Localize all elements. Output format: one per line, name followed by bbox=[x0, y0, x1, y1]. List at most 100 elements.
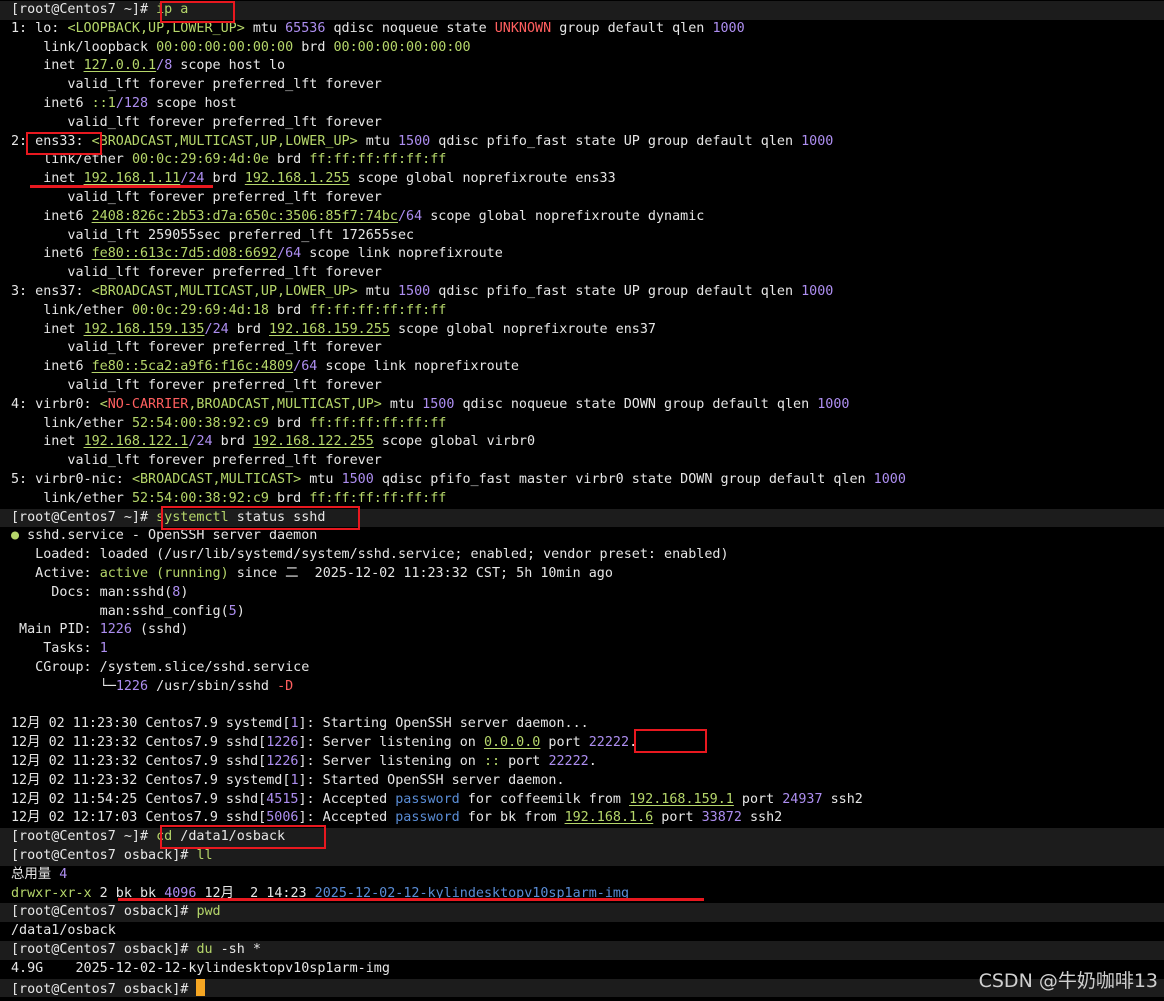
terminal-output-line: inet6 2408:826c:2b53:d7a:650c:3506:85f7:… bbox=[0, 208, 1164, 227]
text-segment: ● bbox=[11, 528, 28, 544]
text-segment: < bbox=[99, 396, 108, 412]
terminal-output-line: link/ether 52:54:00:38:92:c9 brd ff:ff:f… bbox=[0, 415, 1164, 434]
terminal-output-line: valid_lft forever preferred_lft forever bbox=[0, 114, 1164, 133]
text-segment: ip a bbox=[156, 2, 189, 17]
terminal-output-line: 12月 02 11:23:32 Centos7.9 systemd[1]: St… bbox=[0, 772, 1164, 791]
terminal-output-line: link/loopback 00:00:00:00:00:00 brd 00:0… bbox=[0, 39, 1164, 58]
text-segment: 12月 02 12:17:03 Centos7.9 sshd[ bbox=[11, 810, 267, 826]
terminal-output-line: 2: ens33: <BROADCAST,MULTICAST,UP,LOWER_… bbox=[0, 133, 1164, 152]
text-segment: valid_lft forever preferred_lft forever bbox=[11, 77, 382, 93]
text-segment: 24 bbox=[196, 434, 213, 450]
terminal-output-line: inet 192.168.1.11/24 brd 192.168.1.255 s… bbox=[0, 170, 1164, 189]
text-segment: [root@Centos7 ~]# bbox=[11, 829, 157, 845]
text-segment: Tasks: bbox=[11, 641, 100, 657]
text-segment: inet6 bbox=[11, 246, 92, 262]
terminal-output-line: Loaded: loaded (/usr/lib/systemd/system/… bbox=[0, 546, 1164, 565]
terminal-prompt-line: [root@Centos7 ~]# systemctl status sshd bbox=[0, 508, 1164, 528]
text-segment: 192.168.122.1 bbox=[83, 434, 189, 450]
text-segment: qdisc pfifo_fast master virbr0 state DOW… bbox=[373, 472, 874, 487]
text-segment: -sh * bbox=[212, 942, 261, 957]
text-segment: brd bbox=[212, 434, 253, 450]
terminal-output-line: link/ether 00:0c:29:69:4d:18 brd ff:ff:f… bbox=[0, 302, 1164, 321]
text-segment: 192.168.159.1 bbox=[629, 791, 734, 807]
text-segment: password bbox=[395, 810, 460, 826]
text-segment: 0.0.0.0 bbox=[483, 735, 541, 751]
text-segment: 33872 bbox=[701, 810, 742, 826]
text-segment: 192.168.159.255 bbox=[269, 321, 390, 337]
terminal-output-line: man:sshd_config(5) bbox=[0, 603, 1164, 622]
text-segment: scope global noprefixroute ens33 bbox=[349, 171, 616, 187]
text-segment: inet6 bbox=[11, 208, 92, 224]
text-segment: ]: Server listening on bbox=[298, 754, 484, 769]
terminal-output-line: valid_lft forever preferred_lft forever bbox=[0, 189, 1164, 208]
text-segment: ll bbox=[196, 848, 213, 863]
text-segment: [root@Centos7 ~]# bbox=[11, 2, 157, 17]
terminal-output-line: /data1/osback bbox=[0, 922, 1164, 941]
text-segment: fe80::5ca2:a9f6:f16c:4809 bbox=[91, 359, 294, 375]
text-segment: [root@Centos7 osback]# bbox=[11, 848, 197, 863]
terminal-output-line: 3: ens37: <BROADCAST,MULTICAST,UP,LOWER_… bbox=[0, 283, 1164, 302]
text-segment: 1000 bbox=[801, 133, 834, 149]
text-segment: UNKNOWN bbox=[494, 20, 552, 36]
terminal-output-line: 1: lo: <LOOPBACK,UP,LOWER_UP> mtu 65536 … bbox=[0, 20, 1164, 39]
text-segment: . bbox=[629, 735, 638, 751]
terminal-output-line: ● sshd.service - OpenSSH server daemon bbox=[0, 527, 1164, 546]
text-segment: . bbox=[588, 754, 597, 769]
text-segment: / bbox=[156, 58, 165, 74]
text-segment: 24937 bbox=[782, 791, 823, 807]
text-segment: 2025-12-02-12-kylindesktopv10sp1arm-img bbox=[314, 885, 630, 901]
terminal-output-line: valid_lft forever preferred_lft forever bbox=[0, 76, 1164, 95]
text-segment: scope global virbr0 bbox=[373, 434, 536, 450]
text-segment: 192.168.1.11 bbox=[83, 171, 181, 187]
text-segment: ssh2 bbox=[741, 810, 783, 826]
text-segment: 64 bbox=[301, 359, 318, 375]
text-segment: for coffeemilk from bbox=[459, 791, 630, 807]
text-segment: mtu bbox=[301, 472, 342, 487]
text-segment: mtu bbox=[357, 133, 398, 149]
text-segment: 00:0c:29:69:4d:0e bbox=[131, 152, 269, 168]
text-segment: inet bbox=[11, 434, 84, 450]
text-segment: 4096 bbox=[164, 885, 197, 901]
terminal-output-line: valid_lft forever preferred_lft forever bbox=[0, 339, 1164, 358]
text-segment: fe80::613c:7d5:d08:6692 bbox=[91, 246, 278, 262]
text-segment: scope host bbox=[148, 96, 237, 111]
text-segment: ]: Started OpenSSH server daemon. bbox=[298, 772, 565, 788]
terminal-output-line: inet 127.0.0.1/8 scope host lo bbox=[0, 57, 1164, 76]
text-segment: brd bbox=[293, 39, 334, 55]
text-segment: 2: ens33: bbox=[11, 133, 92, 149]
text-segment: 12月 02 11:23:30 Centos7.9 systemd[ bbox=[11, 716, 291, 732]
terminal-prompt-line: [root@Centos7 osback]# pwd bbox=[0, 903, 1164, 923]
terminal-output-line: └─1226 /usr/sbin/sshd -D bbox=[0, 678, 1164, 697]
text-segment: / bbox=[277, 246, 286, 262]
text-segment: link/ether bbox=[11, 415, 132, 431]
text-segment: scope global noprefixroute ens37 bbox=[389, 321, 656, 337]
terminal-output-line: inet 192.168.122.1/24 brd 192.168.122.25… bbox=[0, 433, 1164, 452]
text-segment: [root@Centos7 ~]# bbox=[11, 509, 157, 525]
text-segment: group default qlen bbox=[551, 20, 713, 36]
terminal-output-line: link/ether 52:54:00:38:92:c9 brd ff:ff:f… bbox=[0, 490, 1164, 509]
terminal-output-line: 4: virbr0: <NO-CARRIER,BROADCAST,MULTICA… bbox=[0, 396, 1164, 415]
text-segment: / bbox=[204, 321, 213, 337]
text-segment: qdisc noqueue state bbox=[325, 20, 495, 36]
terminal-window[interactable]: [root@Centos7 ~]# ip a 1: lo: <LOOPBACK,U… bbox=[0, 0, 1164, 1001]
text-segment: link/ether bbox=[11, 302, 132, 318]
text-segment: valid_lft forever preferred_lft forever bbox=[11, 114, 382, 130]
text-segment: ) bbox=[236, 603, 245, 619]
text-cursor[interactable] bbox=[196, 978, 206, 996]
text-segment: 1500 bbox=[422, 396, 455, 412]
terminal-output-line: valid_lft forever preferred_lft forever bbox=[0, 377, 1164, 396]
text-segment: inet6 bbox=[11, 359, 92, 375]
terminal-output-line: 12月 02 12:17:03 Centos7.9 sshd[5006]: Ac… bbox=[0, 809, 1164, 828]
text-segment: 1: lo: bbox=[11, 20, 68, 36]
terminal-output-line: inet 192.168.159.135/24 brd 192.168.159.… bbox=[0, 321, 1164, 340]
text-segment: ]: Accepted bbox=[298, 791, 396, 807]
text-segment: mtu bbox=[381, 396, 423, 412]
text-segment: link/ether bbox=[11, 152, 132, 168]
text-segment: 00:0c:29:69:4d:18 bbox=[131, 302, 269, 318]
terminal-prompt-line: [root@Centos7 ~]# ip a bbox=[0, 1, 1164, 20]
text-segment: 24 bbox=[212, 321, 229, 337]
text-segment: port bbox=[540, 735, 589, 751]
text-segment: scope link noprefixroute bbox=[301, 246, 503, 262]
text-segment: 1000 bbox=[801, 284, 834, 299]
